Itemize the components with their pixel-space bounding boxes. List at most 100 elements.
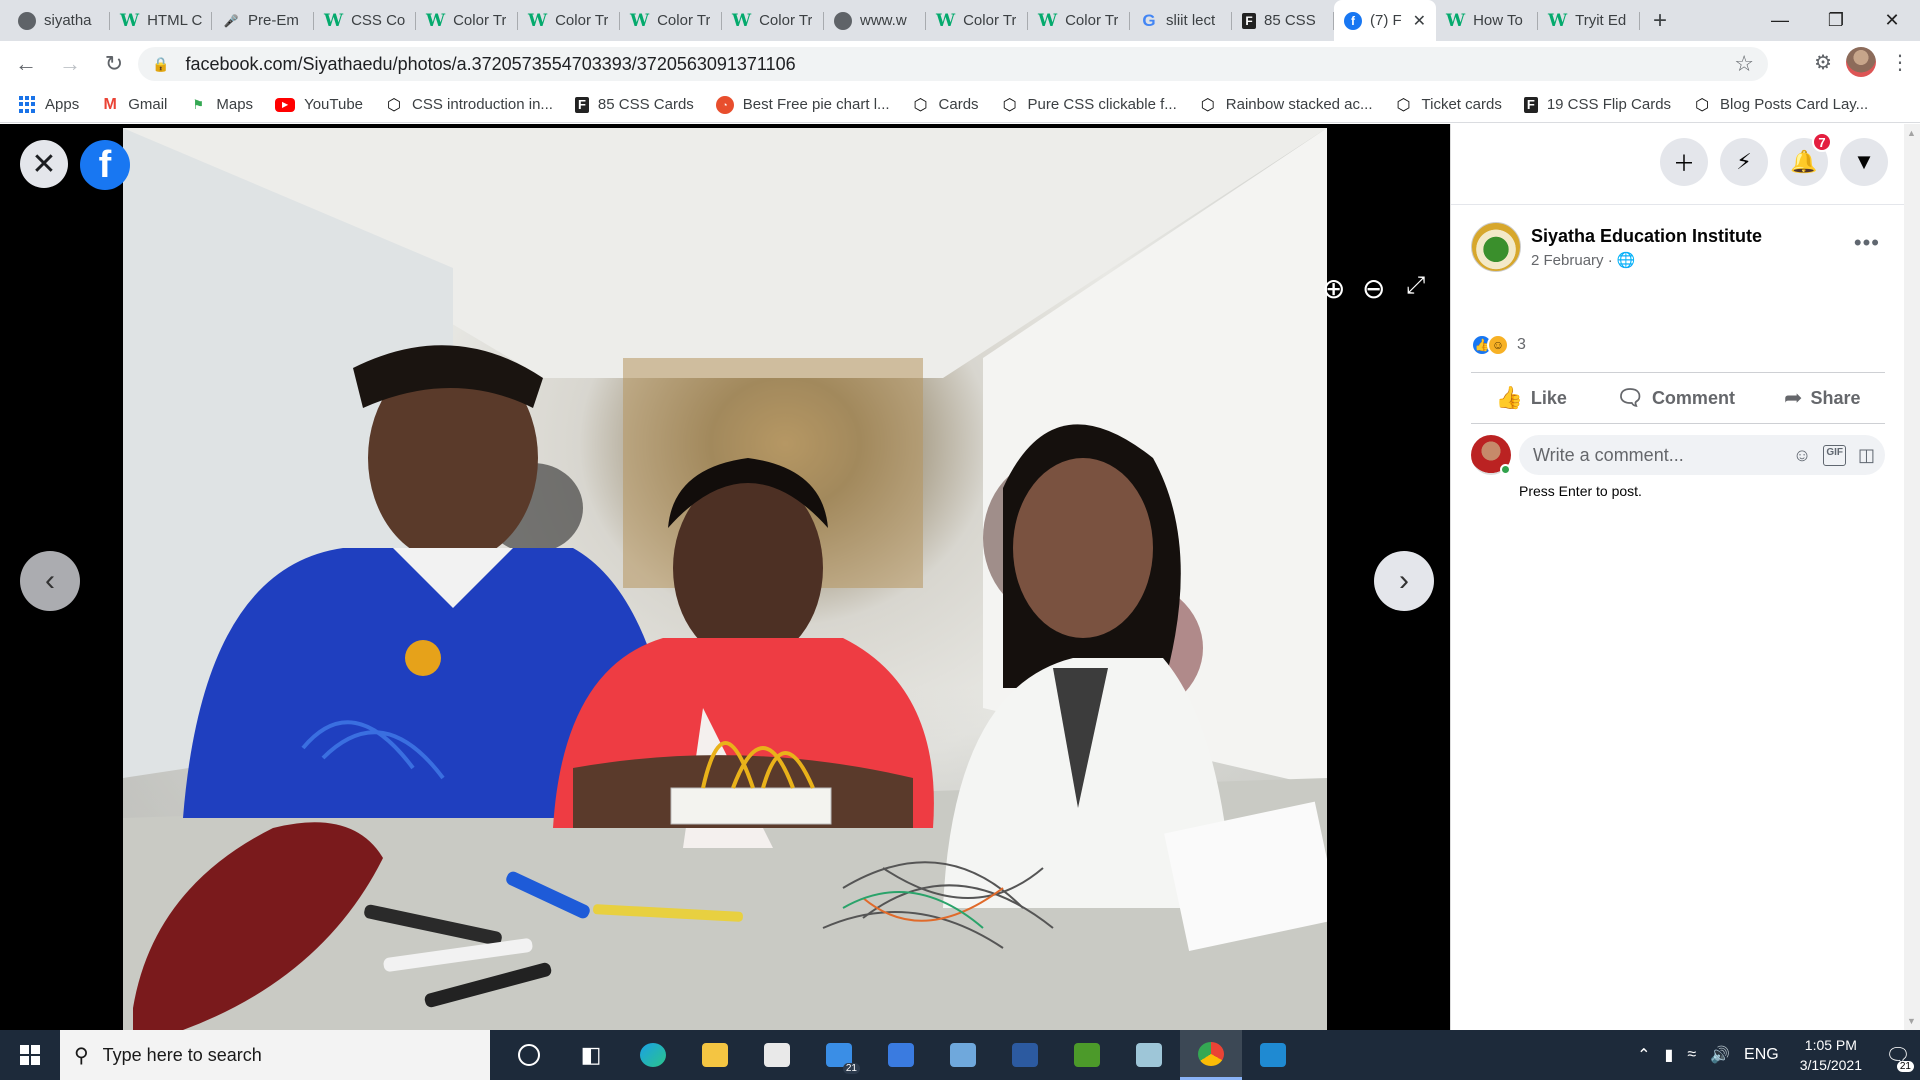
messenger-button[interactable]: ⚡ <box>1720 138 1768 186</box>
w3schools-icon: W <box>1038 10 1058 31</box>
like-button[interactable]: 👍 Like <box>1496 385 1567 411</box>
browser-tab[interactable]: W Color Tr <box>416 0 518 41</box>
globe-icon <box>834 11 852 30</box>
wifi-icon[interactable]: ≈ <box>1687 1046 1696 1064</box>
show-hidden-icons-chevron-icon[interactable]: ⌃ <box>1637 1045 1650 1065</box>
address-bar[interactable]: 🔒 facebook.com/Siyathaedu/photos/a.37205… <box>138 47 1768 81</box>
comment-button[interactable]: 🗨 Comment <box>1616 385 1735 411</box>
language-indicator[interactable]: ENG <box>1744 1046 1779 1064</box>
reaction-summary[interactable]: 👍 ☺ 3 <box>1471 334 1526 356</box>
vscode-app[interactable] <box>1242 1030 1304 1080</box>
bookmark-item[interactable]: ⬡ CSS introduction in... <box>385 96 553 114</box>
browser-menu-kebab-icon[interactable]: ⋮ <box>1890 50 1910 75</box>
browser-tab[interactable]: F 85 CSS <box>1232 0 1334 41</box>
bookmark-item[interactable]: F 85 CSS Cards <box>574 96 694 113</box>
browser-tab[interactable]: W HTML C <box>110 0 212 41</box>
restore-button[interactable]: ❐ <box>1808 0 1864 41</box>
taskbar-search-box[interactable]: ⚲ Type here to search <box>60 1030 490 1080</box>
next-photo-button[interactable]: › <box>1374 551 1434 611</box>
sticker-icon[interactable]: ◫ <box>1858 445 1875 466</box>
browser-tab[interactable]: Gsliit lect <box>1130 0 1232 41</box>
remote-desktop-app[interactable] <box>932 1030 994 1080</box>
reaction-count[interactable]: 3 <box>1517 336 1526 354</box>
browser-tab[interactable]: siyatha <box>8 0 110 41</box>
browser-tab[interactable]: 🎤 Pre-Em <box>212 0 314 41</box>
browser-tab[interactable]: W How To <box>1436 0 1538 41</box>
browser-tab[interactable]: W Color Tr <box>722 0 824 41</box>
cortana-button[interactable] <box>498 1030 560 1080</box>
browser-tab[interactable]: W Color Tr <box>518 0 620 41</box>
bookmark-item[interactable]: Apps <box>18 95 79 114</box>
battery-icon[interactable]: ▮ <box>1665 1045 1674 1065</box>
bookmark-item[interactable]: F 19 CSS Flip Cards <box>1523 96 1671 113</box>
notifications-button[interactable]: 🔔 7 <box>1780 132 1832 186</box>
post-date[interactable]: 2 February · 🌐 <box>1531 251 1762 269</box>
bookmark-item[interactable]: ▶ YouTube <box>275 96 363 113</box>
start-button[interactable] <box>0 1030 60 1080</box>
action-center-button[interactable]: 🗨 21 <box>1876 1030 1920 1080</box>
share-button[interactable]: ➦ Share <box>1784 385 1860 411</box>
bookmark-item[interactable]: ⬡ Ticket cards <box>1395 96 1502 114</box>
w3schools-icon: W <box>1446 10 1466 31</box>
browser-tab[interactable]: W CSS Col <box>314 0 416 41</box>
page-scrollbar[interactable]: ▲ ▼ <box>1904 124 1920 1030</box>
post-options-button[interactable]: ••• <box>1854 230 1880 256</box>
edge-app[interactable] <box>622 1030 684 1080</box>
bookmark-item[interactable]: ⚑ Maps <box>189 96 254 114</box>
fullscreen-icon[interactable]: ⤢ <box>1406 272 1425 300</box>
scroll-down-arrow-icon[interactable]: ▼ <box>1907 1016 1916 1026</box>
bookmark-item[interactable]: ⬡ Pure CSS clickable f... <box>1001 96 1177 114</box>
task-view-button[interactable]: ◧ <box>560 1030 622 1080</box>
back-button[interactable]: ← <box>8 46 44 82</box>
zoom-in-icon[interactable]: ⊕ <box>1322 272 1345 305</box>
post-date-text[interactable]: 2 February · <box>1531 252 1617 269</box>
taskbar-clock[interactable]: 1:05 PM 3/15/2021 <box>1800 1035 1862 1075</box>
browser-tab[interactable]: W Color Tr <box>926 0 1028 41</box>
bookmark-star-icon[interactable]: ☆ <box>1734 51 1754 77</box>
new-tab-button[interactable]: + <box>1640 0 1680 41</box>
browser-tab[interactable]: W Tryit Ed <box>1538 0 1640 41</box>
tab-title: CSS Col <box>351 12 406 29</box>
minimize-button[interactable]: — <box>1752 0 1808 41</box>
close-window-button[interactable]: ✕ <box>1864 0 1920 41</box>
browser-tab[interactable]: www.w <box>824 0 926 41</box>
browser-tab[interactable]: W Color Tr <box>620 0 722 41</box>
volume-icon[interactable]: 🔊 <box>1710 1045 1730 1065</box>
calendar-app[interactable] <box>870 1030 932 1080</box>
account-menu-button[interactable]: ▼ <box>1840 138 1888 186</box>
mail-app[interactable]: 21 <box>808 1030 870 1080</box>
comment-input[interactable]: Write a comment... ☺ GIF ◫ <box>1519 435 1885 475</box>
zoom-out-icon[interactable]: ⊖ <box>1362 272 1385 305</box>
profile-avatar[interactable] <box>1846 47 1876 77</box>
user-avatar[interactable] <box>1471 435 1511 475</box>
bookmark-item[interactable]: ⬡ Blog Posts Card Lay... <box>1693 96 1868 114</box>
chrome-app[interactable] <box>1180 1030 1242 1080</box>
bookmark-item[interactable]: M Gmail <box>101 95 168 114</box>
chart-app[interactable] <box>1056 1030 1118 1080</box>
close-tab-icon[interactable]: ✕ <box>1413 11 1426 31</box>
facebook-logo-icon[interactable]: f <box>80 140 130 190</box>
powershell-app[interactable] <box>994 1030 1056 1080</box>
forward-button[interactable]: → <box>52 46 88 82</box>
gif-icon[interactable]: GIF <box>1823 444 1846 466</box>
close-photo-button[interactable]: ✕ <box>20 140 68 188</box>
url-text[interactable]: facebook.com/Siyathaedu/photos/a.3720573… <box>185 54 795 75</box>
page-name[interactable]: Siyatha Education Institute <box>1531 226 1762 247</box>
notebook-icon <box>1136 1043 1162 1067</box>
bookmark-item[interactable]: ◔ Best Free pie chart l... <box>715 95 890 114</box>
browser-tab[interactable]: W Color Tr <box>1028 0 1130 41</box>
notebook-app[interactable] <box>1118 1030 1180 1080</box>
browser-tab[interactable]: f (7) F ✕ <box>1334 0 1436 41</box>
reload-button[interactable]: ↻ <box>96 46 132 82</box>
file-explorer-app[interactable] <box>684 1030 746 1080</box>
gmail-icon: M <box>103 95 117 113</box>
emoji-icon[interactable]: ☺ <box>1793 445 1811 466</box>
page-avatar[interactable] <box>1471 222 1521 272</box>
scroll-up-arrow-icon[interactable]: ▲ <box>1907 128 1916 138</box>
bookmark-item[interactable]: ⬡ Rainbow stacked ac... <box>1199 96 1373 114</box>
create-plus-button[interactable]: ＋ <box>1660 138 1708 186</box>
previous-photo-button[interactable]: ‹ <box>20 551 80 611</box>
store-app[interactable] <box>746 1030 808 1080</box>
extensions-puzzle-icon[interactable]: ⚙ <box>1814 50 1832 75</box>
bookmark-item[interactable]: ⬡ Cards <box>912 96 979 114</box>
